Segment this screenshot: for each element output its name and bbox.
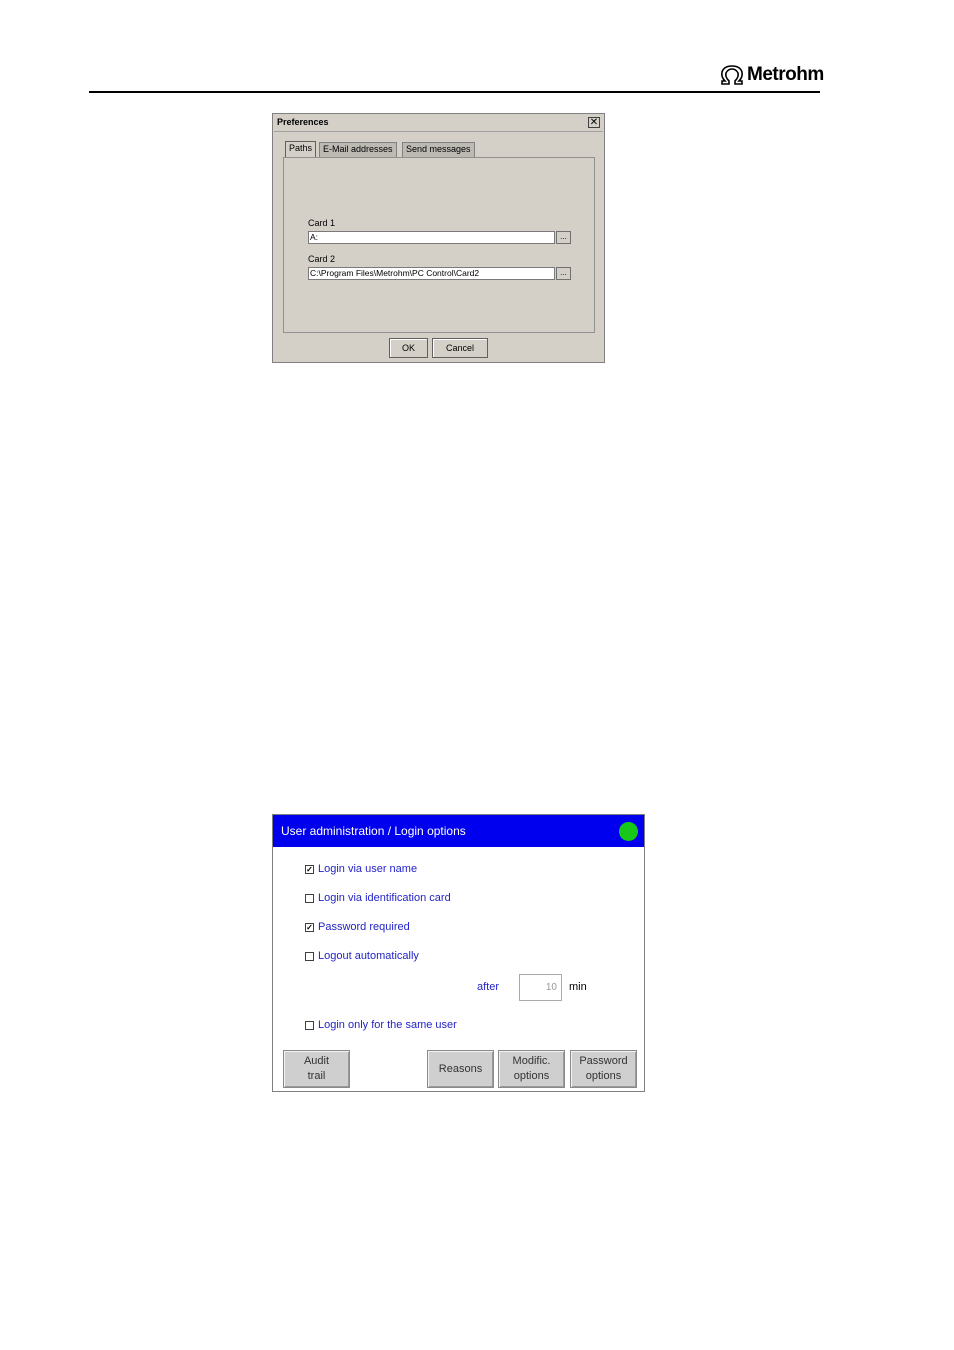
login-options-dialog: User administration / Login options ✓ Lo… — [272, 814, 645, 1092]
paths-panel: Card 1 A: ... Card 2 C:\Program Files\Me… — [283, 157, 595, 333]
card1-browse-button[interactable]: ... — [556, 231, 571, 244]
password-options-button[interactable]: Password options — [570, 1050, 637, 1088]
close-icon[interactable]: ✕ — [588, 117, 600, 128]
dialog-title: User administration / Login options — [281, 824, 466, 838]
option-label: Login only for the same user — [318, 1019, 457, 1031]
metrohm-logo: Metrohm — [719, 64, 824, 86]
header-rule — [89, 91, 820, 93]
audit-trail-button[interactable]: Audit trail — [283, 1050, 350, 1088]
card2-label: Card 2 — [308, 254, 336, 264]
checkbox-checked[interactable]: ✓ — [305, 922, 314, 932]
tab-email-addresses[interactable]: E-Mail addresses — [319, 142, 397, 157]
reasons-button[interactable]: Reasons — [427, 1050, 494, 1088]
option-logout-automatically[interactable]: Logout automatically — [305, 949, 419, 963]
modific-options-button[interactable]: Modific. options — [498, 1050, 565, 1088]
dialog-title: Preferences — [277, 117, 329, 127]
card1-path-input[interactable]: A: — [308, 231, 555, 244]
brand-name: Metrohm — [747, 64, 824, 85]
preferences-dialog: Preferences ✕ Paths E-Mail addresses Sen… — [272, 113, 605, 363]
option-login-via-user-name[interactable]: ✓ Login via user name — [305, 862, 417, 876]
dialog-title-bar: User administration / Login options — [273, 815, 644, 847]
card1-label: Card 1 — [308, 218, 336, 228]
option-label: Logout automatically — [318, 950, 419, 962]
tab-send-messages[interactable]: Send messages — [402, 142, 475, 157]
checkbox-unchecked[interactable] — [305, 1020, 314, 1030]
card2-browse-button[interactable]: ... — [556, 267, 571, 280]
cancel-button[interactable]: Cancel — [432, 338, 488, 358]
status-led-icon — [619, 822, 638, 841]
option-password-required[interactable]: ✓ Password required — [305, 920, 410, 934]
checkbox-unchecked[interactable] — [305, 893, 314, 903]
minutes-unit-label: min — [569, 981, 587, 993]
after-label: after — [477, 981, 500, 993]
checkbox-unchecked[interactable] — [305, 951, 314, 961]
option-label: Login via user name — [318, 863, 418, 875]
dialog-title-bar[interactable]: Preferences ✕ — [274, 115, 603, 132]
option-login-same-user[interactable]: Login only for the same user — [305, 1018, 457, 1032]
option-label: Password required — [318, 921, 410, 933]
checkbox-checked[interactable]: ✓ — [305, 864, 314, 874]
logout-minutes-field[interactable]: 10 — [519, 974, 562, 1001]
ok-button[interactable]: OK — [389, 338, 428, 358]
card2-path-input[interactable]: C:\Program Files\Metrohm\PC Control\Card… — [308, 267, 555, 280]
tab-paths[interactable]: Paths — [285, 141, 317, 157]
omega-arch-icon — [721, 65, 743, 85]
option-login-via-id-card[interactable]: Login via identification card — [305, 891, 451, 905]
option-label: Login via identification card — [318, 892, 451, 904]
